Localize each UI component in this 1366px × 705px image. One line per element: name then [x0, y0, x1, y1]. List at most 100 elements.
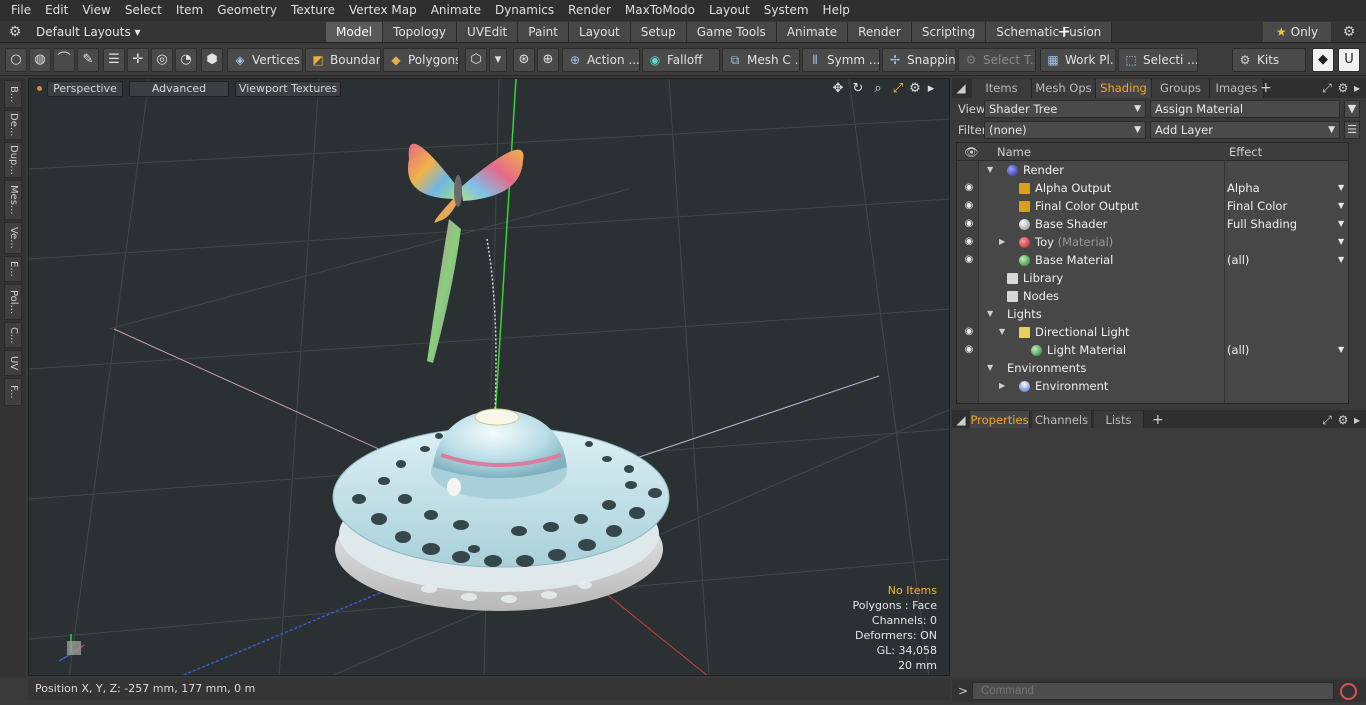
- panel-expand-icon[interactable]: ⤢: [1320, 412, 1334, 428]
- panel-menu-icon[interactable]: ◢: [954, 412, 968, 428]
- menu-animate[interactable]: Animate: [424, 0, 488, 21]
- work-plane-button[interactable]: ▦ Work Pl...: [1040, 48, 1116, 72]
- list-options-icon[interactable]: ☰: [1344, 121, 1360, 139]
- tab-images[interactable]: Images: [1210, 79, 1264, 98]
- perspective-button[interactable]: Perspective: [47, 81, 123, 97]
- expand-arrow-icon[interactable]: ▶: [999, 377, 1005, 395]
- menu-view[interactable]: View: [75, 0, 117, 21]
- menu-texture[interactable]: Texture: [284, 0, 342, 21]
- action-center-button[interactable]: ⊕ Action ...: [562, 48, 640, 72]
- align-icon[interactable]: ☰: [103, 48, 125, 72]
- tab-groups[interactable]: Groups: [1152, 79, 1210, 98]
- vertices-button[interactable]: ◈ Vertices: [227, 48, 303, 72]
- action-center-mode-icon[interactable]: ⊕: [537, 48, 559, 72]
- menu-help[interactable]: Help: [816, 0, 857, 21]
- add-layer-dropdown[interactable]: Add Layer ▼: [1150, 121, 1340, 139]
- chevron-down-icon[interactable]: ▼: [1338, 215, 1344, 233]
- tab-mesh-ops[interactable]: Mesh Ops: [1032, 79, 1096, 98]
- pan-icon[interactable]: ✥: [829, 81, 847, 97]
- chevron-down-icon[interactable]: ▼: [1338, 233, 1344, 251]
- collapse-arrow-icon[interactable]: ▼: [987, 359, 993, 377]
- maximize-icon[interactable]: ⤢: [889, 81, 907, 97]
- alpha-output-effect[interactable]: Alpha: [1227, 179, 1260, 197]
- lasso-icon[interactable]: ⌒: [53, 48, 75, 72]
- menu-vertex-map[interactable]: Vertex Map: [342, 0, 424, 21]
- chevron-down-icon[interactable]: ▼: [1338, 251, 1344, 269]
- tab-scripting[interactable]: Scripting: [911, 22, 987, 42]
- chevron-down-icon[interactable]: ▼: [1338, 179, 1344, 197]
- command-input[interactable]: [972, 682, 1334, 700]
- tab-paint[interactable]: Paint: [518, 22, 569, 42]
- add-panel-tab-icon[interactable]: +: [1152, 411, 1164, 429]
- left-tab-basic[interactable]: B...: [4, 80, 22, 108]
- left-tab-uv[interactable]: UV: [4, 350, 22, 376]
- menu-file[interactable]: File: [4, 0, 38, 21]
- falloff-button[interactable]: ◉ Falloff: [642, 48, 720, 72]
- unreal-icon[interactable]: U: [1338, 48, 1360, 72]
- tab-shading[interactable]: Shading: [1096, 79, 1152, 98]
- tab-topology[interactable]: Topology: [383, 22, 458, 42]
- menu-edit[interactable]: Edit: [38, 0, 75, 21]
- eye-icon[interactable]: ◉: [962, 251, 976, 269]
- eye-icon[interactable]: ◉: [962, 323, 976, 341]
- menu-item[interactable]: Item: [169, 0, 210, 21]
- filter-dropdown[interactable]: (none) ▼: [984, 121, 1146, 139]
- panel-expand-icon[interactable]: ⤢: [1320, 80, 1334, 96]
- center-icon[interactable]: ✛: [127, 48, 149, 72]
- tree-row-light-material[interactable]: ◉ Light Material (all) ▼: [957, 341, 1348, 359]
- viewport-textures-button[interactable]: Viewport Textures: [235, 81, 341, 97]
- eye-icon[interactable]: ◉: [962, 197, 976, 215]
- assign-material-button[interactable]: Assign Material: [1150, 100, 1340, 118]
- eye-icon[interactable]: ◉: [962, 341, 976, 359]
- tab-schematic-fusion[interactable]: Schematic Fusion: [986, 22, 1113, 42]
- tab-game-tools[interactable]: Game Tools: [686, 22, 777, 42]
- panel-arrow-icon[interactable]: ▸: [1350, 80, 1364, 96]
- tree-row-nodes[interactable]: Nodes: [957, 287, 1348, 305]
- chevron-down-icon[interactable]: ▼: [1338, 197, 1344, 215]
- tree-row-base-shader[interactable]: ◉ Base Shader Full Shading ▼: [957, 215, 1348, 233]
- tree-row-render[interactable]: ▼ Render: [957, 161, 1348, 179]
- eye-icon[interactable]: ◉: [962, 179, 976, 197]
- left-tab-curve[interactable]: C...: [4, 322, 22, 348]
- left-tab-duplicate[interactable]: Dup...: [4, 142, 22, 178]
- mesh-constraint-button[interactable]: ⧉ Mesh C ...: [722, 48, 800, 72]
- tab-render[interactable]: Render: [848, 22, 912, 42]
- tab-items[interactable]: Items: [972, 79, 1032, 98]
- left-tab-edge[interactable]: E...: [4, 256, 22, 282]
- eye-icon[interactable]: ◉: [962, 215, 976, 233]
- tree-row-environments[interactable]: ▼ Environments: [957, 359, 1348, 377]
- tab-layout[interactable]: Layout: [568, 22, 631, 42]
- col-name[interactable]: Name: [997, 143, 1031, 161]
- collapse-arrow-icon[interactable]: ▼: [987, 161, 993, 179]
- panel-arrow-icon[interactable]: ▸: [1350, 412, 1364, 428]
- filter-funnel-icon[interactable]: ▼: [1344, 100, 1360, 118]
- tree-row-environment[interactable]: ▶ Environment: [957, 377, 1348, 395]
- unity-icon[interactable]: ◆: [1312, 48, 1334, 72]
- menu-render[interactable]: Render: [561, 0, 618, 21]
- tree-row-directional-light[interactable]: ◉ ▼ Directional Light: [957, 323, 1348, 341]
- menu-geometry[interactable]: Geometry: [210, 0, 284, 21]
- material-mode-icon[interactable]: ⬡: [465, 48, 487, 72]
- tab-model[interactable]: Model: [326, 22, 384, 42]
- add-tab-button[interactable]: +: [1056, 22, 1072, 42]
- snap-element-icon[interactable]: ⊛: [513, 48, 535, 72]
- layout-gear-icon[interactable]: ⚙: [6, 23, 24, 41]
- settings-gear-icon[interactable]: ⚙: [1340, 23, 1358, 41]
- menu-system[interactable]: System: [757, 0, 816, 21]
- panel-gear-icon[interactable]: ⚙: [1336, 80, 1350, 96]
- tree-row-lights[interactable]: ▼ Lights: [957, 305, 1348, 323]
- eye-icon[interactable]: ◉: [962, 233, 976, 251]
- item-mode-icon[interactable]: ⬢: [201, 48, 223, 72]
- left-tab-polygon[interactable]: Pol...: [4, 284, 22, 320]
- base-shader-effect[interactable]: Full Shading: [1227, 215, 1297, 233]
- falloff-circle-icon[interactable]: ◔: [175, 48, 197, 72]
- light-material-effect[interactable]: (all): [1227, 341, 1249, 359]
- add-panel-tab-icon[interactable]: +: [1260, 79, 1272, 97]
- base-material-effect[interactable]: (all): [1227, 251, 1249, 269]
- only-toggle-button[interactable]: ★ Only: [1263, 22, 1331, 42]
- zoom-icon[interactable]: ⌕: [869, 81, 887, 97]
- element-icon[interactable]: ◎: [151, 48, 173, 72]
- left-tab-mesh-edit[interactable]: Mes...: [4, 180, 22, 220]
- collapse-arrow-icon[interactable]: ▼: [987, 305, 993, 323]
- tab-animate[interactable]: Animate: [776, 22, 849, 42]
